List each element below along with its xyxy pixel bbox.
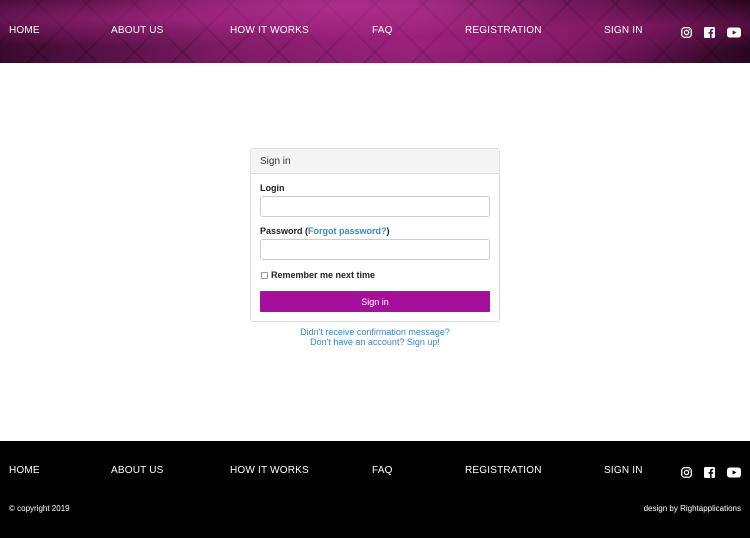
confirmation-link[interactable]: Didn't receive confirmation message?	[0, 327, 750, 337]
nav-how-it-works[interactable]: HOW IT WORKS	[230, 25, 309, 36]
footer-nav-home[interactable]: HOME	[9, 465, 40, 476]
youtube-icon[interactable]	[727, 467, 741, 479]
sign-in-button[interactable]: Sign in	[260, 291, 490, 312]
instagram-icon[interactable]	[681, 27, 693, 39]
nav-registration[interactable]: REGISTRATION	[465, 25, 542, 36]
nav-faq[interactable]: FAQ	[372, 25, 393, 36]
instagram-icon[interactable]	[681, 467, 693, 479]
designer-credit: design by Rightapplications	[643, 504, 741, 513]
nav-home[interactable]: HOME	[9, 25, 40, 36]
password-input[interactable]	[260, 239, 490, 260]
forgot-password-link[interactable]: Forgot password?	[308, 226, 387, 236]
footer-nav-about-us[interactable]: ABOUT US	[111, 465, 164, 476]
footer-nav-faq[interactable]: FAQ	[372, 465, 393, 476]
facebook-icon[interactable]	[704, 27, 716, 39]
footer-nav-registration[interactable]: REGISTRATION	[465, 465, 542, 476]
password-label-row: Password (Forgot password?)	[260, 226, 390, 236]
signin-panel: Sign in Login Password (Forgot password?…	[250, 148, 500, 322]
login-label: Login	[260, 183, 285, 193]
password-label-paren-close: )	[386, 226, 390, 236]
youtube-icon[interactable]	[727, 27, 741, 39]
footer-nav-how-it-works[interactable]: HOW IT WORKS	[230, 465, 309, 476]
password-label: Password	[260, 226, 303, 236]
sign-up-link[interactable]: Don't have an account? Sign up!	[0, 337, 750, 347]
nav-about-us[interactable]: ABOUT US	[111, 25, 164, 36]
site-header: HOME ABOUT US HOW IT WORKS FAQ REGISTRAT…	[0, 0, 750, 63]
facebook-icon[interactable]	[704, 467, 716, 479]
signin-form: Login Password (Forgot password?) Rememb…	[251, 174, 499, 322]
remember-me-label: Remember me next time	[271, 270, 376, 280]
login-input[interactable]	[260, 196, 490, 217]
signin-panel-heading: Sign in	[251, 149, 499, 174]
site-footer: HOME ABOUT US HOW IT WORKS FAQ REGISTRAT…	[0, 441, 750, 538]
remember-me-row[interactable]: Remember me next time	[261, 270, 375, 280]
remember-me-checkbox[interactable]	[261, 271, 268, 279]
copyright-text: © copyright 2019	[9, 504, 70, 513]
nav-sign-in[interactable]: SIGN IN	[604, 25, 643, 36]
footer-nav-sign-in[interactable]: SIGN IN	[604, 465, 643, 476]
